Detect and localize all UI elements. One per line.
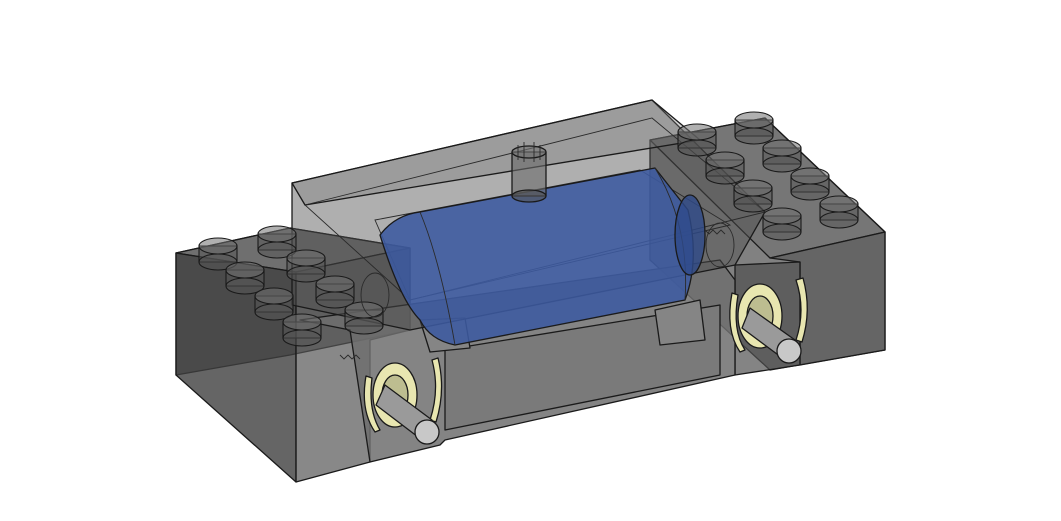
stud [344, 301, 384, 335]
stud [315, 275, 355, 309]
top-connector [511, 142, 547, 203]
stud [705, 151, 745, 185]
stud [225, 261, 265, 295]
stud [790, 167, 830, 201]
stud [819, 195, 859, 229]
motor-render [0, 0, 1061, 521]
stud [734, 111, 774, 145]
stud [762, 207, 802, 241]
stud [282, 313, 322, 347]
stud [762, 139, 802, 173]
stud [254, 287, 294, 321]
stud [286, 249, 326, 283]
stud [677, 123, 717, 157]
stud [733, 179, 773, 213]
render-canvas [175, 99, 886, 483]
